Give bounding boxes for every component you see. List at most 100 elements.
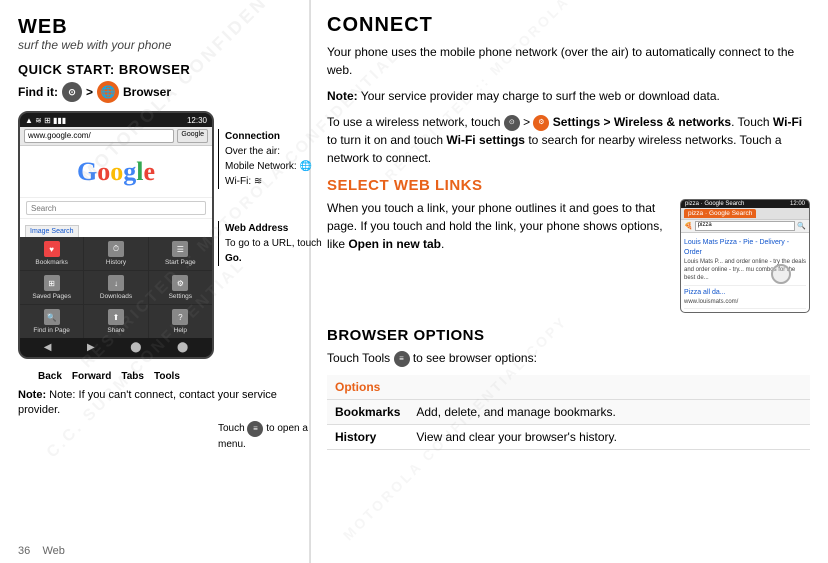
google-button[interactable]: Google xyxy=(177,129,208,143)
callout-web-address-title: Web Address xyxy=(225,223,288,234)
page-section-label: Web xyxy=(42,545,64,557)
touch-cursor xyxy=(771,264,791,284)
option-description: Add, delete, and manage bookmarks. xyxy=(408,399,810,424)
callout-go-label: Go. xyxy=(225,253,242,264)
mini-pizza-icon: 🍕 xyxy=(684,222,693,230)
options-table: Options Bookmarks Add, delete, and manag… xyxy=(327,375,810,450)
browser-options-intro: Touch Tools ≡ to see browser options: xyxy=(327,349,810,367)
callout-wifi: Wi-Fi: xyxy=(225,176,251,187)
forward-label: Forward xyxy=(72,371,111,382)
status-right: 12:30 xyxy=(187,116,207,125)
table-row: History View and clear your browser's hi… xyxy=(327,424,810,449)
mini-status-bar: pizza · Google Search 12:00 xyxy=(681,200,809,208)
home-circle[interactable]: ⬤ xyxy=(130,342,141,353)
menu-item-share[interactable]: ⬆ Share xyxy=(84,305,147,338)
web-title: WEB xyxy=(18,16,295,38)
menu-item-settings[interactable]: ⚙ Settings xyxy=(149,271,212,304)
settings-icon-inline: ⚙ xyxy=(533,115,549,131)
option-name: Bookmarks xyxy=(327,399,408,424)
bookmarks-icon: ♥ xyxy=(44,241,60,257)
tabs-label: Tabs xyxy=(121,371,144,382)
browser-icon: 🌐 xyxy=(97,81,119,103)
address-input[interactable]: www.google.com/ xyxy=(24,129,174,143)
mini-search-bar: 🍕 pizza 🔍 xyxy=(681,220,809,233)
mini-tab-pizza: pizza · Google Search xyxy=(684,209,756,218)
connect-title: CONNECT xyxy=(327,14,810,37)
right-column: CONNECT Your phone uses the mobile phone… xyxy=(311,0,828,563)
menu-item-saved-pages[interactable]: ⊞ Saved Pages xyxy=(20,271,83,304)
launcher-icon-inline: ⊙ xyxy=(504,115,520,131)
find-it-row: Find it: ⊙ > 🌐 Browser xyxy=(18,81,295,103)
find-in-page-icon: 🔍 xyxy=(44,309,60,325)
wifi-label: Wi-Fi xyxy=(773,115,802,129)
find-it-label: Find it: xyxy=(18,85,58,99)
page-footer: 36 Web xyxy=(18,545,65,557)
note-bold: Note: xyxy=(327,89,358,103)
options-table-header: Options xyxy=(327,375,810,400)
browser-search-bar xyxy=(20,198,212,219)
mini-result-2[interactable]: Pizza all da... www.louismats.com/ xyxy=(684,286,806,309)
connect-paragraph-2: Note: Your service provider may charge t… xyxy=(327,87,810,105)
help-icon: ? xyxy=(172,309,188,325)
tools-icon-inline: ≡ xyxy=(394,351,410,367)
wireless-networks-label: Wireless & networks xyxy=(614,115,731,129)
callout-web-address-body: To go to a URL, touch xyxy=(225,238,322,249)
mini-status-right: 12:00 xyxy=(790,201,805,207)
share-icon: ⬆ xyxy=(108,309,124,325)
option-name: History xyxy=(327,424,408,449)
open-new-tab-label: Open in new tab xyxy=(348,237,441,251)
menu-item-start-page[interactable]: ☰ Start Page xyxy=(149,237,212,270)
menu-item-downloads[interactable]: ↓ Downloads xyxy=(84,271,147,304)
settings-icon: ⚙ xyxy=(172,275,188,291)
connect-paragraph-1: Your phone uses the mobile phone network… xyxy=(327,43,810,79)
history-icon: ⏱ xyxy=(108,241,124,257)
mini-status-left: pizza · Google Search xyxy=(685,201,744,207)
connect-p2-body: Your service provider may charge to surf… xyxy=(358,89,720,103)
quick-start-title: QUICK START: BROWSER xyxy=(18,62,295,77)
browser-address-bar: www.google.com/ Google xyxy=(20,127,212,146)
downloads-icon: ↓ xyxy=(108,275,124,291)
callout-connection: Connection Over the air: Mobile Network:… xyxy=(218,129,318,189)
phone-screen: www.google.com/ Google Google Image xyxy=(20,127,212,338)
phone-mockup: ▲ ≋ ⊞ ▮▮▮ 12:30 www.google.com/ Google G… xyxy=(18,111,214,359)
connect-paragraph-3: To use a wireless network, touch ⊙ > ⚙ S… xyxy=(327,113,810,167)
mini-phone-screenshot: pizza · Google Search 12:00 pizza · Goog… xyxy=(680,199,810,313)
callout-connection-title: Connection xyxy=(225,131,280,142)
menu-circle[interactable]: ⬤ xyxy=(177,342,188,353)
page-number: 36 xyxy=(18,545,30,557)
arrow-separator: > xyxy=(86,85,93,99)
saved-pages-icon: ⊞ xyxy=(44,275,60,291)
nav-labels: Back Forward Tabs Tools xyxy=(38,371,295,382)
phone-status-bar: ▲ ≋ ⊞ ▮▮▮ 12:30 xyxy=(20,113,212,127)
left-column: WEB surf the web with your phone QUICK S… xyxy=(0,0,310,563)
google-logo: Google xyxy=(77,157,155,187)
wifi-icon: ≋ xyxy=(254,176,262,187)
mini-search-icon: 🔍 xyxy=(797,222,806,230)
settings-label: Settings > xyxy=(553,115,611,129)
web-subtitle: surf the web with your phone xyxy=(18,38,295,52)
menu-item-help[interactable]: ? Help xyxy=(149,305,212,338)
bottom-note: Note: Note: If you can't connect, contac… xyxy=(18,388,295,419)
menu-item-history[interactable]: ⏱ History xyxy=(84,237,147,270)
google-logo-area: Google xyxy=(20,146,212,198)
callout-menu-touch: Touch xyxy=(218,423,245,434)
option-description: View and clear your browser's history. xyxy=(408,424,810,449)
menu-item-find-in-page[interactable]: 🔍 Find in Page xyxy=(20,305,83,338)
tools-label: Tools xyxy=(154,371,180,382)
mini-search-input[interactable]: pizza xyxy=(695,221,796,231)
phone-nav-bar: ◀ ▶ ⬤ ⬤ xyxy=(20,338,212,357)
launcher-icon: ⊙ xyxy=(62,82,82,102)
select-web-links-title: SELECT WEB LINKS xyxy=(327,177,810,194)
browser-search-input[interactable] xyxy=(26,201,206,215)
forward-arrow[interactable]: ▶ xyxy=(87,342,95,353)
back-label: Back xyxy=(38,371,62,382)
browser-label: Browser xyxy=(123,85,171,99)
back-arrow[interactable]: ◀ xyxy=(44,342,52,353)
callout-over-air: Over the air: xyxy=(225,146,280,157)
menu-item-bookmarks[interactable]: ♥ Bookmarks xyxy=(20,237,83,270)
wifi-settings-label: Wi-Fi settings xyxy=(446,133,525,147)
browser-menu-grid: ♥ Bookmarks ⏱ History ☰ Start Page ⊞ xyxy=(20,237,212,338)
start-page-icon: ☰ xyxy=(172,241,188,257)
browser-options-title: BROWSER OPTIONS xyxy=(327,327,810,344)
status-left: ▲ ≋ ⊞ ▮▮▮ xyxy=(25,116,66,125)
